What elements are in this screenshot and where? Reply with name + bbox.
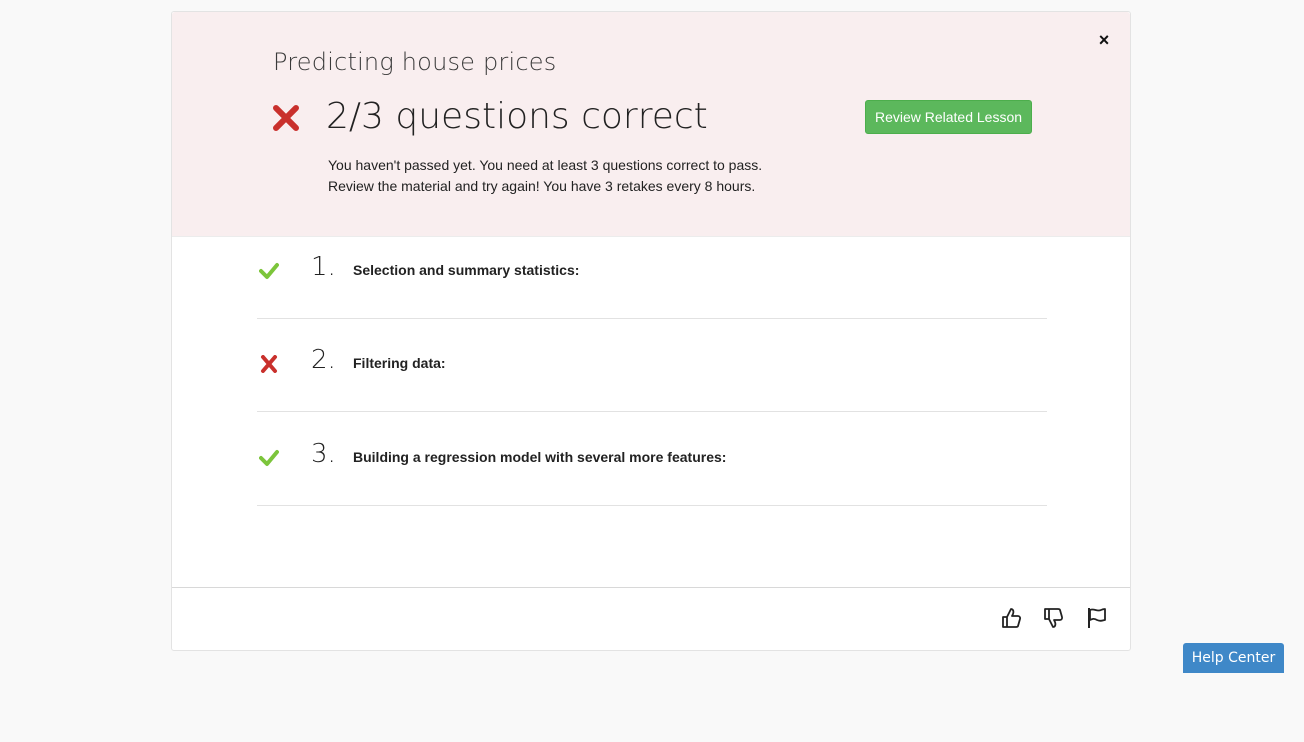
question-text: Selection and summary statistics: (353, 262, 580, 278)
review-related-lesson-button[interactable]: Review Related Lesson (865, 100, 1032, 134)
question-row[interactable]: 1. Selection and summary statistics: (257, 236, 1047, 319)
result-message: You haven't passed yet. You need at leas… (328, 155, 762, 197)
result-message-line-2: Review the material and try again! You h… (328, 178, 756, 194)
question-row[interactable]: 2. Filtering data: (257, 329, 1047, 412)
quiz-title: Predicting house prices (273, 48, 557, 76)
close-button[interactable]: × (1092, 28, 1116, 52)
checkmark-icon (259, 450, 279, 466)
question-text: Filtering data: (353, 355, 446, 371)
flag-icon[interactable] (1086, 606, 1108, 630)
failed-x-icon (273, 105, 299, 131)
help-center-button[interactable]: Help Center (1183, 643, 1284, 673)
thumbs-down-icon[interactable] (1042, 606, 1064, 630)
question-number: 2. (311, 345, 336, 375)
results-header: × Predicting house prices 2/3 questions … (172, 12, 1130, 237)
question-text: Building a regression model with several… (353, 449, 727, 465)
feedback-footer (172, 587, 1130, 651)
checkmark-icon (259, 263, 279, 279)
question-row[interactable]: 3. Building a regression model with seve… (257, 423, 1047, 506)
score-text: 2/3 questions correct (326, 96, 708, 137)
thumbs-up-icon[interactable] (1000, 606, 1022, 630)
quiz-results-modal: × Predicting house prices 2/3 questions … (171, 11, 1131, 651)
question-number: 1. (311, 252, 336, 282)
result-message-line-1: You haven't passed yet. You need at leas… (328, 157, 763, 173)
question-number: 3. (311, 439, 336, 469)
x-icon (261, 355, 277, 373)
